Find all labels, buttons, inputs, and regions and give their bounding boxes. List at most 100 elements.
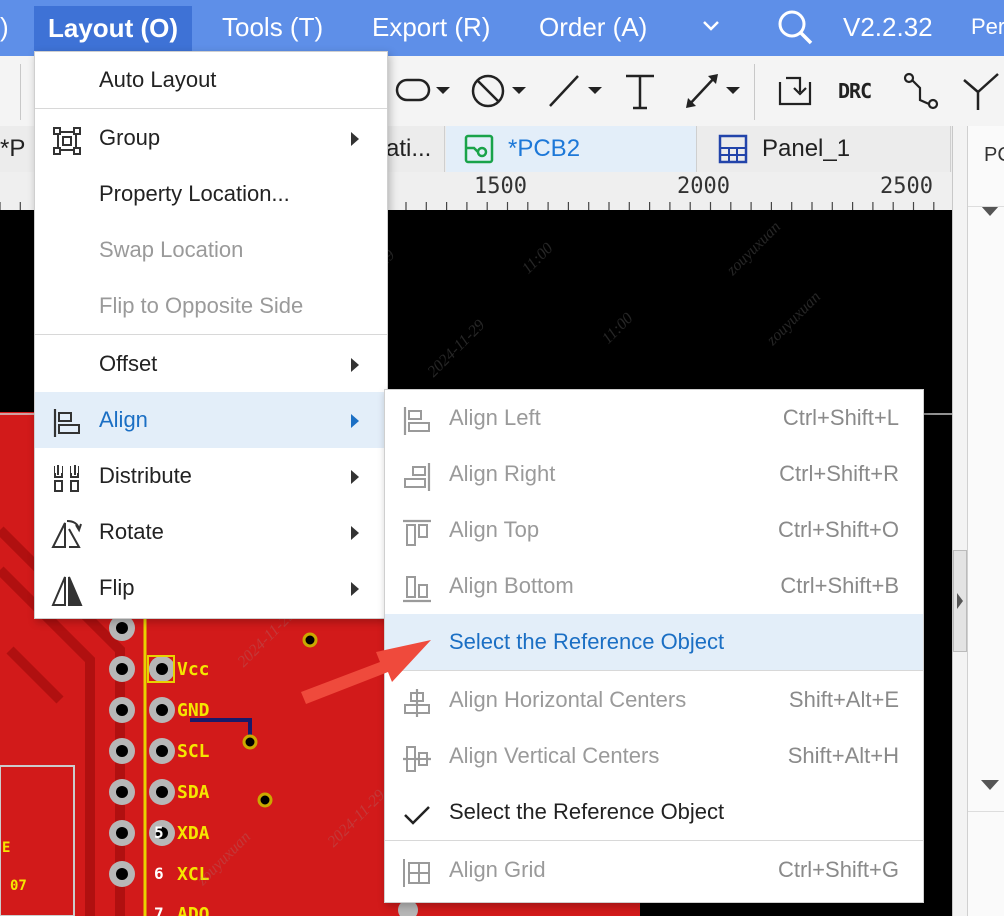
- menu-separator: [35, 334, 387, 335]
- submenu-arrow-icon: [351, 132, 359, 146]
- shortcut-label: Ctrl+Shift+G: [777, 857, 899, 882]
- import-changes-icon[interactable]: [776, 70, 814, 112]
- menu-item-label: Auto Layout: [99, 67, 217, 92]
- silk-label: 07: [10, 878, 27, 894]
- ruler-label: 1500: [474, 174, 527, 199]
- menu-item-property-location[interactable]: Property Location...: [35, 166, 387, 222]
- menu-item-flip[interactable]: Flip: [35, 560, 387, 616]
- toolbar-separator: [20, 64, 21, 120]
- menu-prev-tail[interactable]: ): [0, 0, 9, 50]
- right-panel-content: PC: [967, 126, 1004, 916]
- submenu-item-align-right: Align Right Ctrl+Shift+R: [385, 446, 923, 502]
- tab-label: *PCB2: [508, 135, 581, 162]
- version-label: V2.2.32: [843, 12, 933, 42]
- checkmark-icon: [401, 796, 433, 828]
- line-tool[interactable]: [546, 70, 608, 112]
- shortcut-label: Ctrl+Shift+B: [780, 573, 899, 598]
- menu-tools[interactable]: Tools (T): [222, 0, 323, 50]
- menu-item-label: Property Location...: [99, 181, 290, 206]
- pin-label-xda: XDA: [177, 823, 210, 844]
- submenu-arrow-icon: [351, 414, 359, 428]
- toolbar-separator: [754, 64, 755, 120]
- submenu-item-label: Select the Reference Object: [449, 799, 725, 824]
- submenu-item-align-left: Align Left Ctrl+Shift+L: [385, 390, 923, 446]
- tab-label: ati...: [386, 135, 432, 162]
- pin-label-sda: SDA: [177, 782, 210, 803]
- tab-label: *P: [0, 135, 26, 162]
- right-panel-label: PC: [984, 144, 1004, 166]
- user-menu[interactable]: Per: [971, 0, 1004, 50]
- pin-label-gnd: GND: [177, 700, 210, 721]
- text-tool[interactable]: [622, 70, 658, 112]
- tab-schematic[interactable]: ati...: [386, 126, 445, 172]
- menu-item-rotate[interactable]: Rotate: [35, 504, 387, 560]
- shape-oval-tool[interactable]: [394, 70, 456, 112]
- submenu-item-label: Align Vertical Centers: [449, 743, 660, 768]
- route-track-icon[interactable]: [902, 70, 942, 112]
- pin-label-xcl: XCL: [177, 864, 210, 885]
- submenu-item-align-top: Align Top Ctrl+Shift+O: [385, 502, 923, 558]
- panel-file-icon: [718, 134, 748, 172]
- submenu-item-select-the-reference-object[interactable]: Select the Reference Object: [385, 614, 923, 670]
- shortcut-label: Shift+Alt+H: [787, 743, 899, 768]
- menu-item-flip-to-opposite-side: Flip to Opposite Side: [35, 278, 387, 334]
- align-horizontal-centers-icon: [401, 684, 433, 717]
- shortcut-label: Shift+Alt+E: [788, 687, 899, 712]
- layout-menu: Auto Layout Group Property Location... Swap…: [34, 51, 388, 619]
- submenu-item-label: Align Bottom: [449, 573, 574, 598]
- divider: [968, 811, 1004, 812]
- submenu-item-label: Align Left: [449, 405, 541, 430]
- shortcut-label: Ctrl+Shift+R: [779, 461, 899, 486]
- menu-item-label: Align: [99, 407, 148, 432]
- menu-item-label: Swap Location: [99, 237, 244, 262]
- submenu-item-align-horizontal-centers: Align Horizontal Centers Shift+Alt+E: [385, 672, 923, 728]
- pin-label-ado: ADO: [177, 904, 210, 916]
- align-right-icon: [401, 458, 433, 491]
- align-grid-icon: [401, 854, 433, 887]
- menu-item-group[interactable]: Group: [35, 110, 387, 166]
- menu-separator: [385, 840, 923, 841]
- align-submenu: Align Left Ctrl+Shift+L Align Right Ctrl+Sh…: [384, 389, 924, 903]
- menu-item-align[interactable]: Align: [35, 392, 387, 448]
- menu-item-label: Rotate: [99, 519, 164, 544]
- menu-item-label: Offset: [99, 351, 158, 376]
- right-panel: PC: [952, 126, 1004, 916]
- submenu-item-align-vertical-centers: Align Vertical Centers Shift+Alt+H: [385, 728, 923, 784]
- silk-label: E: [2, 840, 11, 856]
- ruler-label: 2000: [677, 174, 730, 199]
- menu-order[interactable]: Order (A): [539, 0, 647, 50]
- submenu-arrow-icon: [351, 526, 359, 540]
- menu-export[interactable]: Export (R): [372, 0, 490, 50]
- forbidden-region-tool[interactable]: [470, 70, 532, 112]
- tab-pcb2[interactable]: *PCB2: [446, 126, 697, 172]
- distribute-icon: [51, 460, 83, 492]
- align-left-icon: [51, 404, 83, 437]
- shortcut-label: Ctrl+Shift+O: [777, 517, 899, 542]
- tab-label: Panel_1: [762, 135, 851, 162]
- submenu-arrow-icon: [351, 358, 359, 372]
- tab-panel[interactable]: Panel_1: [698, 126, 951, 172]
- rotate-icon: [51, 516, 83, 548]
- submenu-item-select-the-reference-object-checked[interactable]: Select the Reference Object: [385, 784, 923, 840]
- caret-down-icon[interactable]: [980, 778, 1000, 797]
- menu-item-label: Distribute: [99, 463, 192, 488]
- align-bottom-icon: [401, 570, 433, 603]
- submenu-item-label: Align Grid: [449, 857, 546, 882]
- search-icon[interactable]: [776, 8, 814, 45]
- differential-pair-icon[interactable]: [962, 70, 1004, 112]
- pin-label-vcc: Vcc: [177, 659, 210, 680]
- menu-item-distribute[interactable]: Distribute: [35, 448, 387, 504]
- submenu-item-align-grid: Align Grid Ctrl+Shift+G: [385, 842, 923, 898]
- submenu-item-label: Align Top: [449, 517, 540, 542]
- menu-item-auto-layout[interactable]: Auto Layout: [35, 52, 387, 108]
- drc-button[interactable]: DRC: [838, 70, 872, 112]
- submenu-item-label: Align Right: [449, 461, 556, 486]
- dimension-tool[interactable]: [682, 70, 744, 112]
- chevron-down-icon[interactable]: [700, 14, 722, 40]
- submenu-item-label: Align Horizontal Centers: [449, 687, 687, 712]
- menu-item-offset[interactable]: Offset: [35, 336, 387, 392]
- tab-p[interactable]: *P: [0, 126, 35, 172]
- menu-item-label: Flip: [99, 575, 135, 600]
- menu-layout[interactable]: Layout (O): [34, 6, 192, 54]
- panel-collapse-handle[interactable]: [953, 550, 967, 652]
